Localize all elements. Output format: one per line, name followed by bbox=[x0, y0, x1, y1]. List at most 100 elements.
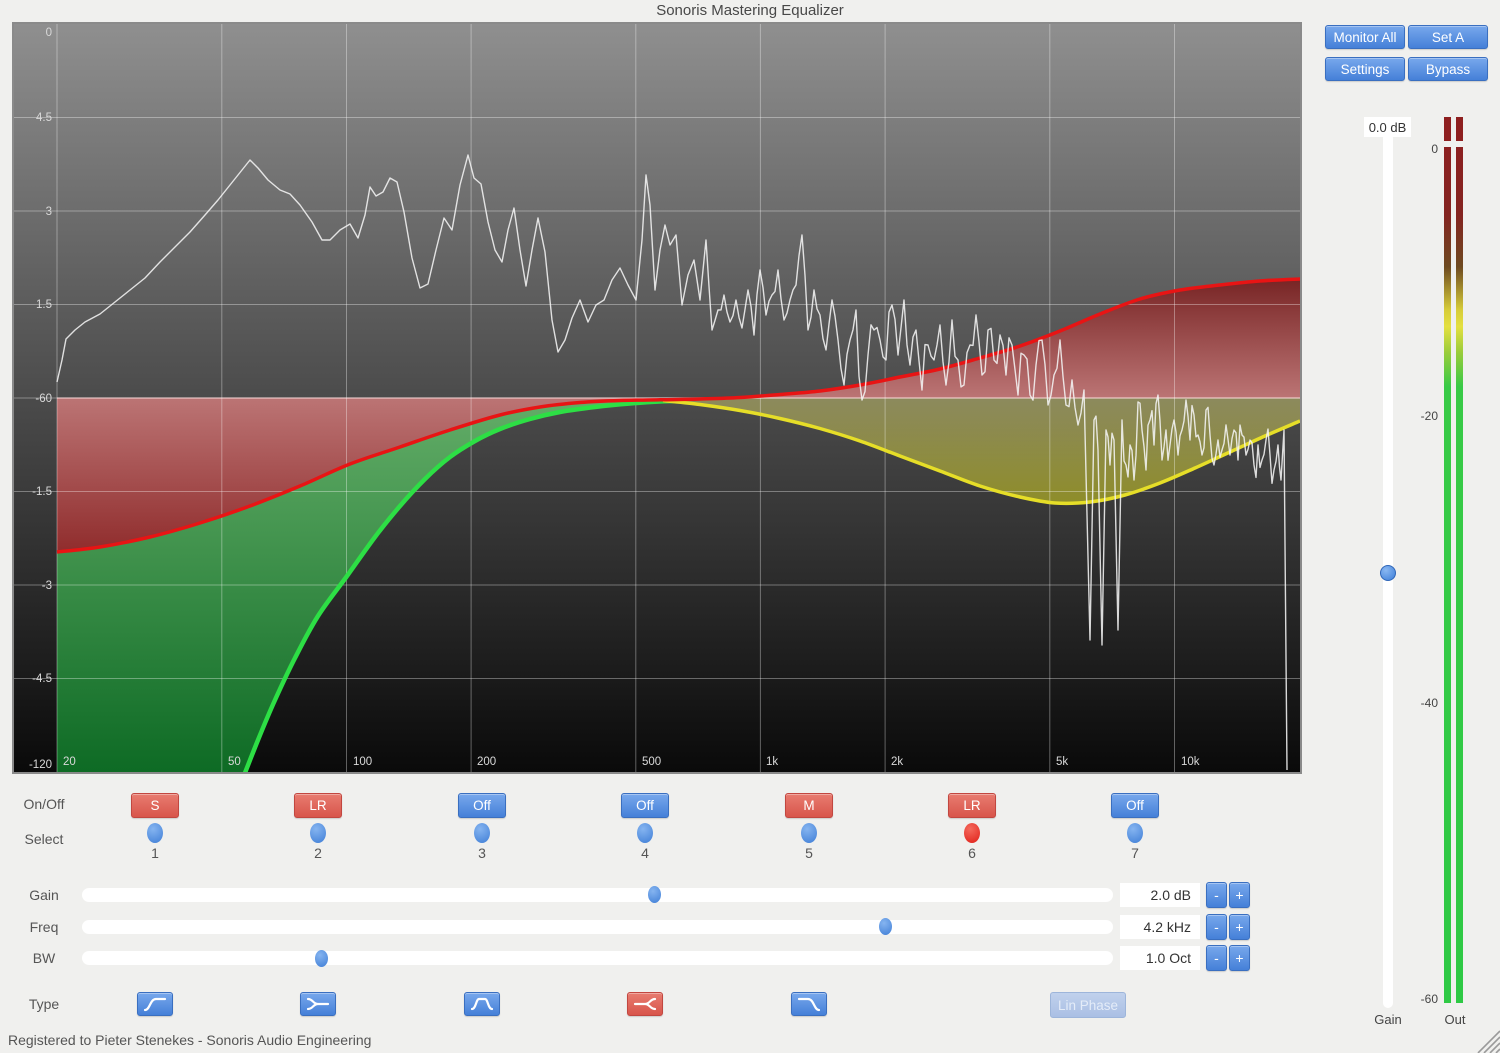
meter-scale-label: -40 bbox=[1404, 696, 1438, 710]
bypass-button[interactable]: Bypass bbox=[1408, 57, 1488, 81]
band-2-select-dot[interactable] bbox=[310, 823, 326, 843]
filter-type-lowpass-button[interactable] bbox=[791, 992, 827, 1016]
settings-button[interactable]: Settings bbox=[1325, 57, 1405, 81]
lowpass-icon bbox=[796, 996, 822, 1012]
eq-graph-canvas: 04.531.5-60-1.5-3-4.5-12020501002005001k… bbox=[14, 24, 1300, 772]
band-onoff-label: LR bbox=[309, 798, 326, 813]
band-6-onoff-button[interactable]: LR bbox=[948, 793, 996, 818]
band-number: 5 bbox=[797, 845, 821, 861]
band-6-select-dot[interactable] bbox=[964, 823, 980, 843]
band-7-select-dot[interactable] bbox=[1127, 823, 1143, 843]
band-3-onoff-button[interactable]: Off bbox=[458, 793, 506, 818]
bypass-label: Bypass bbox=[1426, 62, 1470, 77]
resize-grip-icon[interactable] bbox=[1470, 1023, 1500, 1053]
meter-scale-label: -20 bbox=[1404, 409, 1438, 423]
freq-slider-track[interactable] bbox=[82, 920, 1113, 934]
band-number: 3 bbox=[470, 845, 494, 861]
lin-phase-label: Lin Phase bbox=[1058, 998, 1118, 1013]
freq-slider-thumb[interactable] bbox=[879, 918, 892, 935]
band-onoff-label: Off bbox=[636, 798, 654, 813]
band-5-select-dot[interactable] bbox=[801, 823, 817, 843]
svg-text:-60: -60 bbox=[35, 393, 52, 405]
svg-text:-1.5: -1.5 bbox=[32, 486, 52, 498]
band-2-onoff-button[interactable]: LR bbox=[294, 793, 342, 818]
band-onoff-label: Off bbox=[473, 798, 491, 813]
band-4-select-dot[interactable] bbox=[637, 823, 653, 843]
row-label-freq: Freq bbox=[2, 919, 86, 935]
filter-type-peak-button[interactable] bbox=[464, 992, 500, 1016]
filter-type-high-shelf-button[interactable] bbox=[627, 992, 663, 1016]
row-label-select: Select bbox=[2, 831, 86, 847]
svg-text:-120: -120 bbox=[29, 759, 52, 771]
registration-status: Registered to Pieter Stenekes - Sonoris … bbox=[8, 1032, 371, 1048]
meter-peak-right bbox=[1456, 117, 1463, 141]
freq-minus-button[interactable]: - bbox=[1206, 914, 1227, 940]
eq-graph[interactable]: 04.531.5-60-1.5-3-4.5-12020501002005001k… bbox=[12, 22, 1302, 774]
band-1-onoff-button[interactable]: S bbox=[131, 793, 179, 818]
set-a-label: Set A bbox=[1432, 30, 1464, 45]
high-shelf-icon bbox=[632, 996, 658, 1012]
meter-bar-right bbox=[1456, 147, 1463, 1003]
svg-text:500: 500 bbox=[642, 756, 661, 768]
band-onoff-label: S bbox=[150, 798, 159, 813]
filter-type-highpass-button[interactable] bbox=[137, 992, 173, 1016]
row-label-onoff: On/Off bbox=[2, 796, 86, 812]
low-shelf-icon bbox=[305, 996, 331, 1012]
band-number: 7 bbox=[1123, 845, 1147, 861]
svg-text:4.5: 4.5 bbox=[36, 112, 52, 124]
band-onoff-label: M bbox=[803, 798, 814, 813]
set-a-button[interactable]: Set A bbox=[1408, 25, 1488, 49]
gain-slider-track[interactable] bbox=[82, 888, 1113, 902]
settings-label: Settings bbox=[1341, 62, 1390, 77]
row-label-type: Type bbox=[2, 996, 86, 1012]
band-3-select-dot[interactable] bbox=[474, 823, 490, 843]
gain-plus-button[interactable]: + bbox=[1229, 882, 1250, 908]
svg-text:1k: 1k bbox=[766, 756, 778, 768]
meter-scale-label: 0 bbox=[1404, 142, 1438, 156]
meter-bar-left bbox=[1444, 147, 1451, 1003]
gain-value[interactable]: 2.0 dB bbox=[1120, 883, 1200, 907]
band-1-select-dot[interactable] bbox=[147, 823, 163, 843]
svg-text:100: 100 bbox=[353, 756, 372, 768]
band-number: 4 bbox=[633, 845, 657, 861]
band-number: 2 bbox=[306, 845, 330, 861]
output-gain-slider-thumb[interactable] bbox=[1380, 565, 1396, 581]
svg-text:50: 50 bbox=[228, 756, 241, 768]
bw-slider-thumb[interactable] bbox=[315, 950, 328, 967]
monitor-all-button[interactable]: Monitor All bbox=[1325, 25, 1405, 49]
svg-text:1.5: 1.5 bbox=[36, 299, 52, 311]
freq-plus-button[interactable]: + bbox=[1229, 914, 1250, 940]
highpass-icon bbox=[142, 996, 168, 1012]
band-onoff-label: Off bbox=[1126, 798, 1144, 813]
svg-text:5k: 5k bbox=[1056, 756, 1068, 768]
row-label-gain: Gain bbox=[2, 887, 86, 903]
svg-text:3: 3 bbox=[46, 206, 52, 218]
band-number: 6 bbox=[960, 845, 984, 861]
lin-phase-button[interactable]: Lin Phase bbox=[1050, 992, 1126, 1018]
bw-minus-button[interactable]: - bbox=[1206, 945, 1227, 971]
svg-text:-4.5: -4.5 bbox=[32, 673, 52, 685]
band-5-onoff-button[interactable]: M bbox=[785, 793, 833, 818]
svg-text:10k: 10k bbox=[1181, 756, 1200, 768]
svg-text:2k: 2k bbox=[891, 756, 903, 768]
gain-axis-label: Gain bbox=[1363, 1012, 1413, 1027]
peak-icon bbox=[469, 996, 495, 1012]
band-onoff-label: LR bbox=[963, 798, 980, 813]
meter-peak-left bbox=[1444, 117, 1451, 141]
svg-text:0: 0 bbox=[46, 27, 52, 39]
svg-text:200: 200 bbox=[477, 756, 496, 768]
gain-slider-thumb[interactable] bbox=[648, 886, 661, 903]
filter-type-low-shelf-button[interactable] bbox=[300, 992, 336, 1016]
row-label-bw: BW bbox=[2, 950, 86, 966]
svg-text:-3: -3 bbox=[42, 580, 52, 592]
bw-value[interactable]: 1.0 Oct bbox=[1120, 946, 1200, 970]
gain-minus-button[interactable]: - bbox=[1206, 882, 1227, 908]
monitor-all-label: Monitor All bbox=[1333, 30, 1396, 45]
freq-value[interactable]: 4.2 kHz bbox=[1120, 915, 1200, 939]
bw-plus-button[interactable]: + bbox=[1229, 945, 1250, 971]
band-4-onoff-button[interactable]: Off bbox=[621, 793, 669, 818]
meter-scale-label: -60 bbox=[1404, 992, 1438, 1006]
bw-slider-track[interactable] bbox=[82, 951, 1113, 965]
window-title: Sonoris Mastering Equalizer bbox=[0, 2, 1500, 19]
band-7-onoff-button[interactable]: Off bbox=[1111, 793, 1159, 818]
